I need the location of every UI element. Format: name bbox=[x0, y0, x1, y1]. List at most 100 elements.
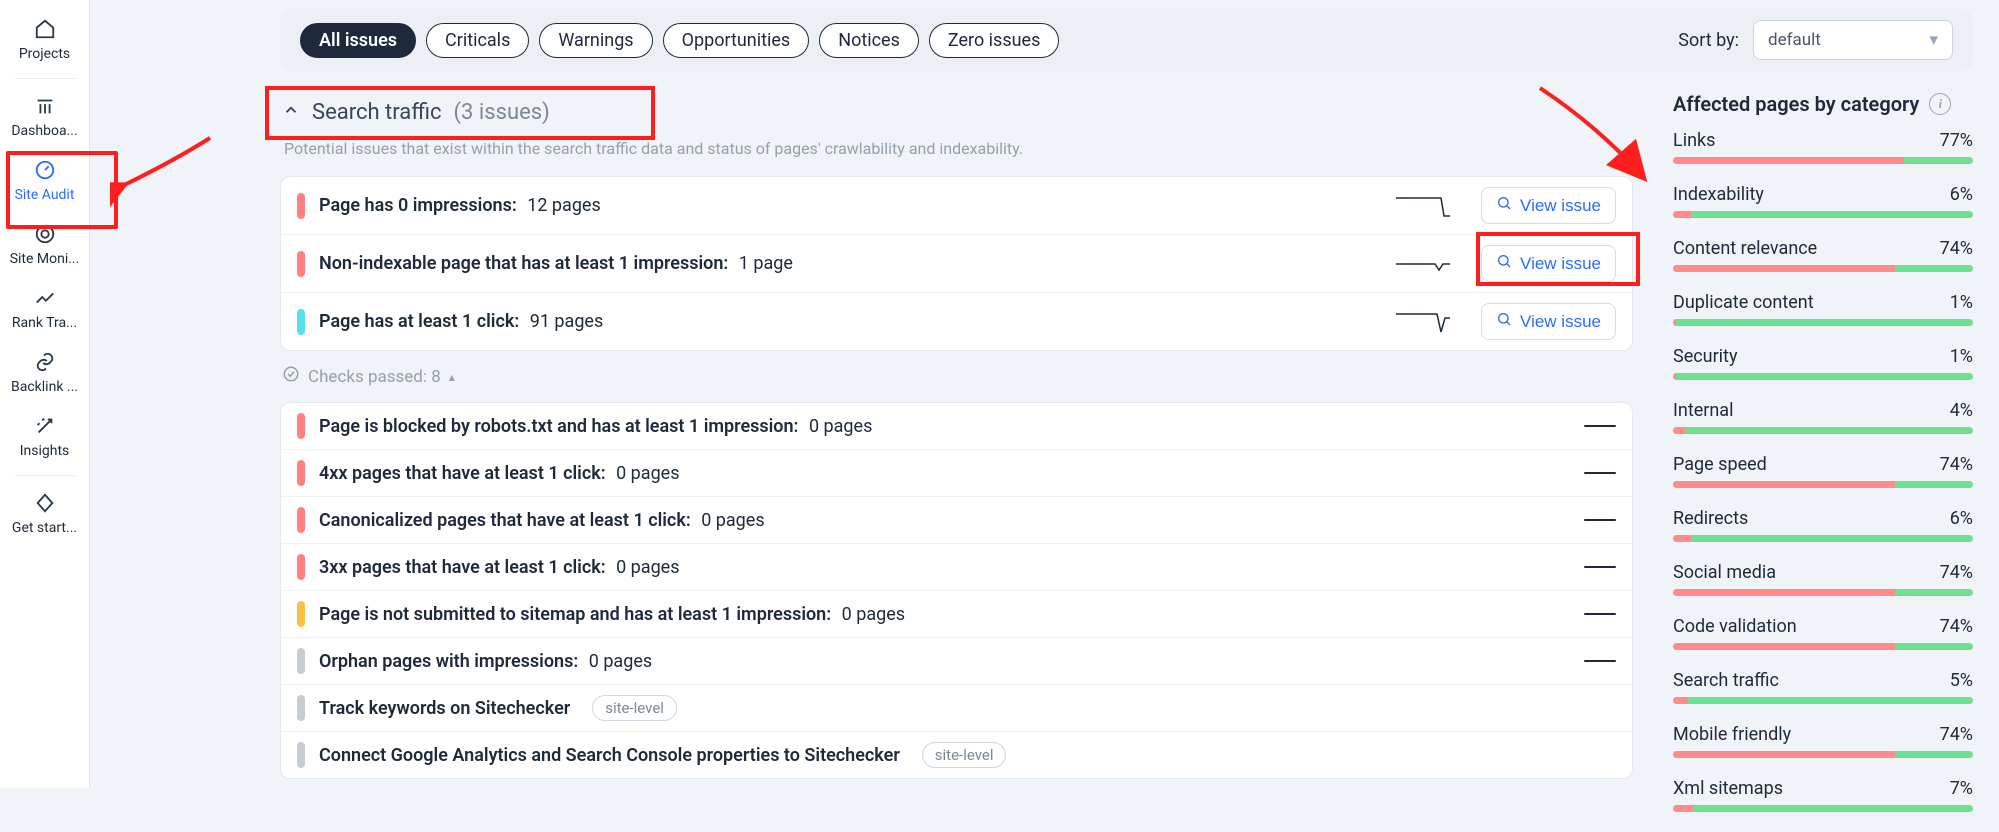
dashboard-icon bbox=[34, 95, 56, 117]
sidebar-item-backlink[interactable]: Backlink ... bbox=[9, 341, 81, 405]
category-item[interactable]: Social media 74% bbox=[1673, 562, 1973, 596]
category-item[interactable]: Redirects 6% bbox=[1673, 508, 1973, 542]
view-issue-label: View issue bbox=[1520, 254, 1601, 274]
severity-indicator bbox=[297, 554, 305, 580]
info-icon[interactable]: i bbox=[1929, 93, 1951, 115]
site-level-badge: site-level bbox=[592, 695, 677, 721]
sidebar-item-label: Projects bbox=[19, 46, 70, 62]
filter-notices[interactable]: Notices bbox=[819, 23, 919, 58]
category-item[interactable]: Security1% bbox=[1673, 346, 1973, 380]
progress-bar bbox=[1673, 427, 1973, 434]
issue-row[interactable]: Page is not submitted to sitemap and has… bbox=[281, 591, 1632, 638]
category-percent: 74% bbox=[1940, 562, 1973, 583]
section-toggle-search-traffic[interactable]: Search traffic (3 issues) bbox=[280, 92, 1633, 133]
issue-row[interactable]: Orphan pages with impressions: 0 pages bbox=[281, 638, 1632, 685]
filter-criticals[interactable]: Criticals bbox=[426, 23, 529, 58]
severity-indicator bbox=[297, 251, 305, 277]
category-percent: 7% bbox=[1950, 778, 1973, 799]
sparkline-flat-icon bbox=[1584, 472, 1616, 474]
category-percent: 6% bbox=[1950, 184, 1973, 205]
progress-bar bbox=[1673, 751, 1973, 758]
category-item[interactable]: Page speed74% bbox=[1673, 454, 1973, 488]
category-percent: 6% bbox=[1950, 508, 1973, 529]
category-item[interactable]: Content relevance74% bbox=[1673, 238, 1973, 272]
progress-bar bbox=[1673, 805, 1973, 812]
view-issue-button[interactable]: View issue bbox=[1481, 303, 1616, 340]
issue-row[interactable]: 4xx pages that have at least 1 click: 0 … bbox=[281, 450, 1632, 497]
sparkline-flat-icon bbox=[1584, 425, 1616, 427]
sort-select[interactable]: default ▾ bbox=[1753, 20, 1953, 60]
checks-passed-toggle[interactable]: Checks passed: 8 ▴ bbox=[282, 365, 455, 388]
filter-bar: All issues Criticals Warnings Opportunit… bbox=[280, 8, 1973, 72]
category-item[interactable]: Mobile friendly74% bbox=[1673, 724, 1973, 758]
link-icon bbox=[34, 351, 56, 373]
view-issue-button[interactable]: View issue bbox=[1481, 187, 1616, 224]
category-name: Indexability bbox=[1673, 184, 1764, 205]
issue-row[interactable]: Non-indexable page that has at least 1 i… bbox=[281, 235, 1632, 293]
sidebar-item-projects[interactable]: Projects bbox=[9, 8, 81, 72]
view-issue-label: View issue bbox=[1520, 312, 1601, 332]
search-icon bbox=[1496, 311, 1512, 332]
issue-row[interactable]: Canonicalized pages that have at least 1… bbox=[281, 497, 1632, 544]
category-item[interactable]: Links 77% bbox=[1673, 130, 1973, 164]
category-item[interactable]: Xml sitemaps 7% bbox=[1673, 778, 1973, 812]
sidebar-item-rank-tracker[interactable]: Rank Tra... bbox=[9, 277, 81, 341]
category-percent: 74% bbox=[1940, 454, 1973, 475]
category-name: Search traffic bbox=[1673, 670, 1779, 691]
category-percent: 74% bbox=[1940, 616, 1973, 637]
progress-bar bbox=[1673, 697, 1973, 704]
category-name: Duplicate content bbox=[1673, 292, 1814, 313]
sidebar-item-insights[interactable]: Insights bbox=[9, 405, 81, 469]
category-name: Xml sitemaps bbox=[1673, 778, 1783, 799]
category-percent: 4% bbox=[1950, 400, 1973, 421]
sidebar-item-dashboard[interactable]: Dashboa... bbox=[9, 85, 81, 149]
filter-zero-issues[interactable]: Zero issues bbox=[929, 23, 1060, 58]
severity-indicator bbox=[297, 460, 305, 486]
issue-row[interactable]: Page is blocked by robots.txt and has at… bbox=[281, 403, 1632, 450]
view-issue-button[interactable]: View issue bbox=[1481, 245, 1616, 282]
progress-bar bbox=[1673, 373, 1973, 380]
filter-warnings[interactable]: Warnings bbox=[539, 23, 652, 58]
category-name: Redirects bbox=[1673, 508, 1748, 529]
caret-up-icon: ▴ bbox=[449, 370, 455, 384]
sparkline-icon bbox=[1395, 308, 1451, 336]
issue-row[interactable]: 3xx pages that have at least 1 click: 0 … bbox=[281, 544, 1632, 591]
sidebar-item-label: Site Moni... bbox=[10, 251, 80, 267]
category-item[interactable]: Indexability 6% bbox=[1673, 184, 1973, 218]
issue-title: Page is blocked by robots.txt and has at… bbox=[319, 416, 872, 437]
category-percent: 77% bbox=[1940, 130, 1973, 151]
sidebar-item-label: Dashboa... bbox=[11, 123, 77, 139]
sidebar: Projects Dashboa... Site Audit Site Moni… bbox=[0, 0, 90, 788]
sidebar-item-get-started[interactable]: Get start... bbox=[9, 482, 81, 546]
category-name: Mobile friendly bbox=[1673, 724, 1791, 745]
category-item[interactable]: Duplicate content1% bbox=[1673, 292, 1973, 326]
category-name: Links bbox=[1673, 130, 1715, 151]
search-icon bbox=[1496, 253, 1512, 274]
category-percent: 5% bbox=[1950, 670, 1973, 691]
category-name: Content relevance bbox=[1673, 238, 1817, 259]
issue-row[interactable]: Track keywords on Sitecheckersite-level bbox=[281, 685, 1632, 732]
sort-value: default bbox=[1768, 30, 1821, 50]
gauge-icon bbox=[34, 159, 56, 181]
search-icon bbox=[1496, 195, 1512, 216]
category-name: Social media bbox=[1673, 562, 1776, 583]
filter-all-issues[interactable]: All issues bbox=[300, 23, 416, 58]
sidebar-item-site-monitoring[interactable]: Site Moni... bbox=[9, 213, 81, 277]
category-item[interactable]: Search traffic 5% bbox=[1673, 670, 1973, 704]
issue-row[interactable]: Page has 0 impressions: 12 pages View iss… bbox=[281, 177, 1632, 235]
progress-bar bbox=[1673, 157, 1973, 164]
sidebar-item-label: Backlink ... bbox=[11, 379, 78, 395]
sparkline-icon bbox=[1395, 192, 1451, 220]
severity-indicator bbox=[297, 193, 305, 219]
sidebar-item-label: Site Audit bbox=[15, 187, 75, 203]
issue-row[interactable]: Connect Google Analytics and Search Cons… bbox=[281, 732, 1632, 778]
filter-opportunities[interactable]: Opportunities bbox=[663, 23, 810, 58]
sort-label: Sort by: bbox=[1678, 30, 1739, 51]
progress-bar bbox=[1673, 535, 1973, 542]
category-name: Code validation bbox=[1673, 616, 1797, 637]
sidebar-item-site-audit[interactable]: Site Audit bbox=[9, 149, 81, 213]
issue-row[interactable]: Page has at least 1 click: 91 pagesView … bbox=[281, 293, 1632, 350]
issue-title: Page has 0 impressions: 12 pages bbox=[319, 195, 601, 216]
category-item[interactable]: Internal4% bbox=[1673, 400, 1973, 434]
category-item[interactable]: Code validation 74% bbox=[1673, 616, 1973, 650]
